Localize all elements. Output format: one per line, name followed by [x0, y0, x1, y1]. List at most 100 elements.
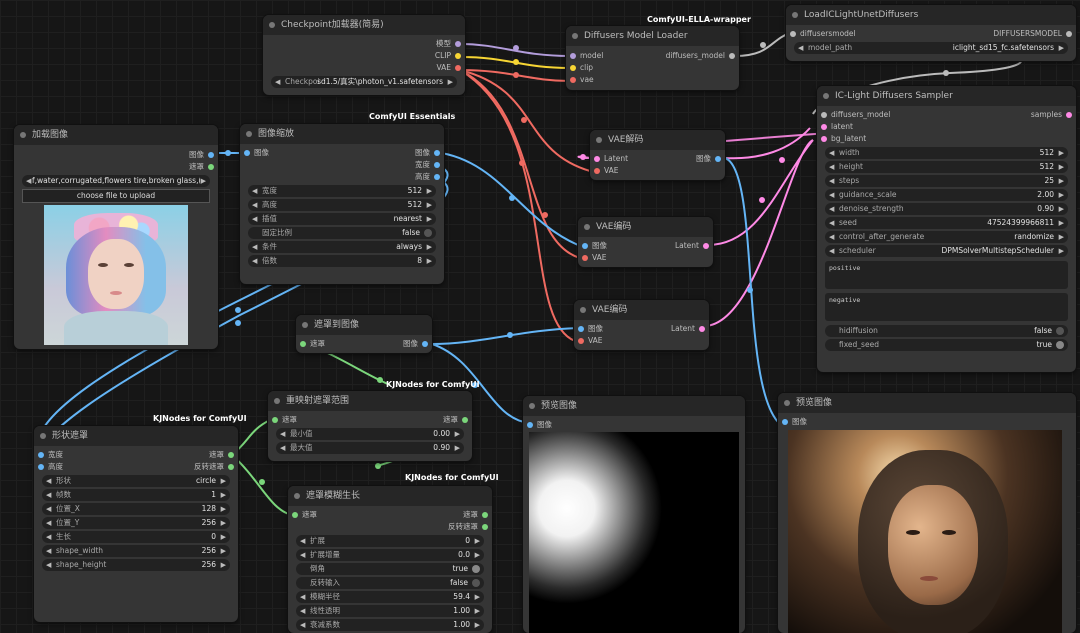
input-pin[interactable] — [790, 31, 796, 37]
arrow-left-icon[interactable]: ◀ — [829, 203, 834, 215]
output-pin[interactable] — [455, 53, 461, 59]
arrow-left-icon[interactable]: ◀ — [46, 517, 51, 529]
collapse-dot-icon[interactable] — [823, 93, 829, 99]
arrow-right-icon[interactable]: ▶ — [221, 545, 226, 557]
number-widget[interactable]: ◀ shape_width 256 ▶ — [42, 545, 230, 557]
arrow-right-icon[interactable]: ▶ — [475, 549, 480, 561]
output-pin[interactable] — [703, 243, 709, 249]
arrow-left-icon[interactable]: ◀ — [829, 161, 834, 173]
arrow-right-icon[interactable]: ▶ — [221, 503, 226, 515]
ckpt-name-select[interactable]: ◀ Checkpoi sd1.5/真实\photon_v1.safetensors ▶ — [271, 76, 457, 88]
model-path-select[interactable]: ◀ model_path iclight_sd15_fc.safetensors ▶ — [794, 42, 1068, 54]
arrow-left-icon[interactable]: ◀ — [275, 76, 280, 88]
arrow-left-icon[interactable]: ◀ — [280, 442, 285, 454]
output-pin[interactable] — [482, 512, 488, 518]
collapse-dot-icon[interactable] — [784, 400, 790, 406]
arrow-right-icon[interactable]: ▶ — [475, 591, 480, 603]
negative-prompt-textarea[interactable]: negative — [825, 293, 1068, 321]
arrow-left-icon[interactable]: ◀ — [300, 605, 305, 617]
number-widget[interactable]: ◀ 位置_X 128 ▶ — [42, 503, 230, 515]
collapse-dot-icon[interactable] — [596, 137, 602, 143]
arrow-left-icon[interactable]: ◀ — [46, 475, 51, 487]
collapse-dot-icon[interactable] — [572, 33, 578, 39]
arrow-left-icon[interactable]: ◀ — [829, 147, 834, 159]
collapse-dot-icon[interactable] — [302, 322, 308, 328]
arrow-right-icon[interactable]: ▶ — [221, 531, 226, 543]
collapse-dot-icon[interactable] — [584, 224, 590, 230]
input-pin[interactable] — [244, 150, 250, 156]
input-pin[interactable] — [821, 136, 827, 142]
number-widget[interactable]: ◀ 扩展增量 0.0 ▶ — [296, 549, 484, 561]
number-widget[interactable]: ◀ 衰减系数 1.00 ▶ — [296, 619, 484, 631]
number-widget[interactable]: ◀ 线性透明 1.00 ▶ — [296, 605, 484, 617]
input-pin[interactable] — [821, 124, 827, 130]
arrow-right-icon[interactable]: ▶ — [427, 213, 432, 225]
arrow-right-icon[interactable]: ▶ — [1059, 175, 1064, 187]
output-pin[interactable] — [482, 524, 488, 530]
input-pin[interactable] — [292, 512, 298, 518]
number-widget[interactable]: ◀ 插值 nearest ▶ — [248, 213, 436, 225]
input-pin[interactable] — [594, 168, 600, 174]
number-widget[interactable]: ◀ seed 47524399966811 ▶ — [825, 217, 1068, 229]
arrow-left-icon[interactable]: ◀ — [252, 241, 257, 253]
output-pin[interactable] — [462, 417, 468, 423]
arrow-right-icon[interactable]: ▶ — [1059, 231, 1064, 243]
arrow-left-icon[interactable]: ◀ — [829, 245, 834, 257]
number-widget[interactable]: ◀ width 512 ▶ — [825, 147, 1068, 159]
arrow-right-icon[interactable]: ▶ — [427, 255, 432, 267]
node-shape-mask[interactable]: 形状遮罩 宽度 遮罩 高度 反转遮罩 ◀ 形状 circle ▶ ◀ 帧数 1 ▶ ◀ 位置_X 128… — [34, 426, 238, 622]
node-iclight-sampler[interactable]: IC-Light Diffusers Sampler diffusers_mod… — [817, 86, 1076, 372]
node-diffusers-model-loader[interactable]: Diffusers Model Loader model diffusers_mo… — [566, 26, 739, 90]
toggle-widget[interactable]: 固定比例 false — [248, 227, 436, 239]
arrow-left-icon[interactable]: ◀ — [300, 619, 305, 631]
arrow-left-icon[interactable]: ◀ — [26, 175, 31, 187]
output-pin[interactable] — [729, 53, 735, 59]
arrow-right-icon[interactable]: ▶ — [1059, 189, 1064, 201]
upload-button[interactable]: choose file to upload — [22, 189, 210, 203]
output-pin[interactable] — [228, 452, 234, 458]
arrow-left-icon[interactable]: ◀ — [252, 213, 257, 225]
arrow-left-icon[interactable]: ◀ — [829, 175, 834, 187]
number-widget[interactable]: ◀ 帧数 1 ▶ — [42, 489, 230, 501]
image-file-select[interactable]: ◀ f,water,corrugated,flowers tire,broken … — [22, 175, 210, 187]
input-pin[interactable] — [300, 341, 306, 347]
collapse-dot-icon[interactable] — [246, 131, 252, 137]
number-widget[interactable]: ◀ 生长 0 ▶ — [42, 531, 230, 543]
input-pin[interactable] — [582, 243, 588, 249]
arrow-right-icon[interactable]: ▶ — [1059, 203, 1064, 215]
node-grow-mask-blur[interactable]: 遮罩模糊生长 遮罩 遮罩 反转遮罩 ◀ 扩展 0 ▶ ◀ 扩展增量 0.0 ▶ 倒角 true 反转输… — [288, 486, 492, 633]
arrow-right-icon[interactable]: ▶ — [448, 76, 453, 88]
arrow-right-icon[interactable]: ▶ — [1059, 147, 1064, 159]
min-value-widget[interactable]: ◀ 最小值 0.00 ▶ — [276, 428, 464, 440]
number-widget[interactable]: ◀ 条件 always ▶ — [248, 241, 436, 253]
collapse-dot-icon[interactable] — [580, 307, 586, 313]
arrow-left-icon[interactable]: ◀ — [46, 531, 51, 543]
collapse-dot-icon[interactable] — [274, 398, 280, 404]
arrow-left-icon[interactable]: ◀ — [252, 199, 257, 211]
arrow-right-icon[interactable]: ▶ — [475, 535, 480, 547]
arrow-right-icon[interactable]: ▶ — [427, 241, 432, 253]
arrow-left-icon[interactable]: ◀ — [300, 535, 305, 547]
toggle-widget[interactable]: 倒角 true — [296, 563, 484, 575]
output-pin[interactable] — [715, 156, 721, 162]
hidiffusion-toggle[interactable]: hidiffusion false — [825, 325, 1068, 337]
output-pin[interactable] — [434, 162, 440, 168]
arrow-right-icon[interactable]: ▶ — [427, 199, 432, 211]
node-vae-decode[interactable]: VAE解码 Latent 图像 VAE — [590, 130, 725, 180]
number-widget[interactable]: ◀ 形状 circle ▶ — [42, 475, 230, 487]
input-pin[interactable] — [594, 156, 600, 162]
max-value-widget[interactable]: ◀ 最大值 0.90 ▶ — [276, 442, 464, 454]
input-pin[interactable] — [821, 112, 827, 118]
number-widget[interactable]: ◀ 倍数 8 ▶ — [248, 255, 436, 267]
output-pin[interactable] — [434, 174, 440, 180]
collapse-dot-icon[interactable] — [40, 433, 46, 439]
collapse-dot-icon[interactable] — [529, 403, 535, 409]
number-widget[interactable]: ◀ 模糊半径 59.4 ▶ — [296, 591, 484, 603]
input-pin[interactable] — [570, 65, 576, 71]
input-pin[interactable] — [782, 419, 788, 425]
input-pin[interactable] — [582, 255, 588, 261]
output-pin[interactable] — [1066, 112, 1072, 118]
arrow-right-icon[interactable]: ▶ — [221, 475, 226, 487]
number-widget[interactable]: ◀ control_after_generate randomize ▶ — [825, 231, 1068, 243]
input-pin[interactable] — [570, 77, 576, 83]
